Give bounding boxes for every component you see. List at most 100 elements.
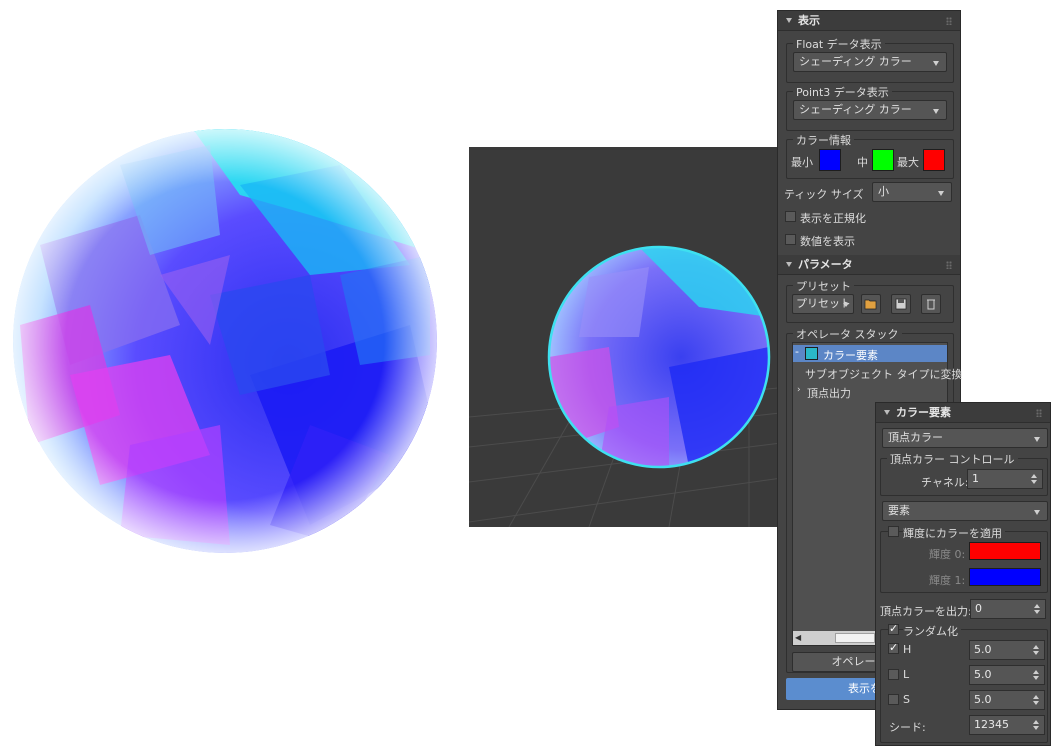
randomize-label: ランダム化 <box>903 623 961 639</box>
viewport[interactable] <box>469 147 789 527</box>
seed-value: 12345 <box>974 718 1009 731</box>
show-values-label: 数値を表示 <box>800 235 855 248</box>
s-checkbox[interactable] <box>888 694 899 705</box>
output-spinner[interactable]: 0 <box>970 599 1046 619</box>
spinner-up-icon[interactable] <box>1033 670 1039 674</box>
h-spinner[interactable]: 5.0 <box>969 640 1045 660</box>
expand-icon[interactable]: - <box>795 345 799 358</box>
dropdown-arrow-icon <box>933 109 939 114</box>
s-value: 5.0 <box>974 693 992 706</box>
element-dropdown[interactable]: 要素 <box>882 501 1048 521</box>
preset-group-title: プリセット <box>793 278 854 294</box>
l-label: L <box>903 668 910 681</box>
spinner-up-icon[interactable] <box>1033 720 1039 724</box>
element-dropdown-value: 要素 <box>888 504 910 517</box>
color-info-title: カラー情報 <box>793 132 854 148</box>
show-values-checkbox[interactable] <box>785 234 796 245</box>
display-rollout-title: 表示 <box>798 14 820 27</box>
min-label: 最小 <box>791 156 813 169</box>
operator-stack-title: オペレータ スタック <box>793 326 902 342</box>
spinner-down-icon[interactable] <box>1033 651 1039 655</box>
spinner-down-icon[interactable] <box>1031 480 1037 484</box>
dropdown-arrow-icon <box>1034 437 1040 442</box>
lum0-color-swatch[interactable] <box>969 542 1041 560</box>
delete-preset-button[interactable] <box>921 294 941 314</box>
save-preset-button[interactable] <box>891 294 911 314</box>
float-data-group: Float データ表示 シェーディング カラー <box>786 36 954 83</box>
spinner-down-icon[interactable] <box>1033 726 1039 730</box>
folder-icon <box>864 299 877 310</box>
max-color-swatch[interactable] <box>923 149 945 171</box>
lum1-color-swatch[interactable] <box>969 568 1041 586</box>
point3-dropdown-value: シェーディング カラー <box>799 103 912 116</box>
color-info-group: カラー情報 最小 中 最大 <box>786 132 954 179</box>
lum0-label: 輝度 0: <box>929 548 966 561</box>
operator-color-icon <box>805 347 818 360</box>
spinner-up-icon[interactable] <box>1034 604 1040 608</box>
expand-arrow-icon[interactable]: › <box>797 385 801 395</box>
grip-icon[interactable] <box>946 17 952 25</box>
mid-color-swatch[interactable] <box>872 149 894 171</box>
save-icon <box>895 298 907 310</box>
lum1-label: 輝度 1: <box>929 574 966 587</box>
collapse-arrow-icon <box>786 18 792 23</box>
trash-icon <box>927 299 935 310</box>
display-rollout-header[interactable]: 表示 <box>778 11 960 31</box>
apply-luminance-label: 輝度にカラーを適用 <box>903 525 1005 541</box>
channel-spinner[interactable]: 1 <box>967 469 1043 489</box>
luminance-group: 輝度にカラーを適用 輝度 0: 輝度 1: <box>880 525 1048 593</box>
stack-item-label[interactable]: 頂点出力 <box>807 385 851 401</box>
tick-size-dropdown[interactable]: 小 <box>872 182 952 202</box>
spinner-down-icon[interactable] <box>1034 610 1040 614</box>
color-elements-header[interactable]: カラー要素 <box>876 403 1050 423</box>
seed-label: シード: <box>889 721 926 734</box>
parameters-rollout-title: パラメータ <box>798 258 853 271</box>
channel-label: チャネル: <box>921 476 969 489</box>
vc-group-title: 頂点カラー コントロール <box>887 451 1018 467</box>
l-checkbox[interactable] <box>888 669 899 680</box>
grip-icon[interactable] <box>946 261 952 269</box>
s-label: S <box>903 693 910 706</box>
max-label: 最大 <box>897 156 919 169</box>
dropdown-arrow-icon <box>843 303 849 307</box>
min-color-swatch[interactable] <box>819 149 841 171</box>
parameters-rollout-header[interactable]: パラメータ <box>778 255 960 275</box>
color-elements-title: カラー要素 <box>896 406 951 419</box>
h-label: H <box>903 643 912 656</box>
spinner-up-icon[interactable] <box>1031 474 1037 478</box>
stack-item-label[interactable]: サブオブジェクト タイプに変換 <box>805 366 963 382</box>
point3-group-title: Point3 データ表示 <box>793 84 892 100</box>
point3-display-dropdown[interactable]: シェーディング カラー <box>793 100 947 120</box>
spinner-down-icon[interactable] <box>1033 701 1039 705</box>
color-type-dropdown[interactable]: 頂点カラー <box>882 428 1048 448</box>
dropdown-arrow-icon <box>933 61 939 66</box>
spinner-up-icon[interactable] <box>1033 695 1039 699</box>
load-preset-button[interactable] <box>861 294 881 314</box>
dropdown-arrow-icon <box>1034 510 1040 515</box>
spinner-down-icon[interactable] <box>1033 676 1039 680</box>
stack-item-selected[interactable]: - カラー要素 <box>793 345 947 362</box>
randomize-checkbox[interactable] <box>888 622 899 635</box>
float-dropdown-value: シェーディング カラー <box>799 55 912 68</box>
scroll-left-icon[interactable]: ◀ <box>795 633 801 642</box>
float-group-title: Float データ表示 <box>793 36 885 52</box>
l-spinner[interactable]: 5.0 <box>969 665 1045 685</box>
stack-item-label: カラー要素 <box>823 349 878 362</box>
h-checkbox[interactable] <box>888 641 899 654</box>
float-display-dropdown[interactable]: シェーディング カラー <box>793 52 947 72</box>
scrollbar-thumb[interactable] <box>835 633 875 643</box>
tick-size-label: ティック サイズ <box>784 188 864 201</box>
normalize-label: 表示を正規化 <box>800 212 866 225</box>
viewport-scene <box>469 245 789 527</box>
randomize-group: ランダム化 H 5.0 L 5.0 S 5.0 シード: 12345 <box>880 622 1048 743</box>
l-value: 5.0 <box>974 668 992 681</box>
seed-spinner[interactable]: 12345 <box>969 715 1045 735</box>
spinner-up-icon[interactable] <box>1033 645 1039 649</box>
normalize-checkbox[interactable] <box>785 211 796 222</box>
apply-luminance-checkbox[interactable] <box>888 526 899 537</box>
preset-dropdown-button[interactable]: プリセット <box>792 294 854 314</box>
vertex-color-control-group: 頂点カラー コントロール チャネル: 1 <box>880 451 1048 496</box>
grip-icon[interactable] <box>1036 409 1042 417</box>
s-spinner[interactable]: 5.0 <box>969 690 1045 710</box>
h-value: 5.0 <box>974 643 992 656</box>
